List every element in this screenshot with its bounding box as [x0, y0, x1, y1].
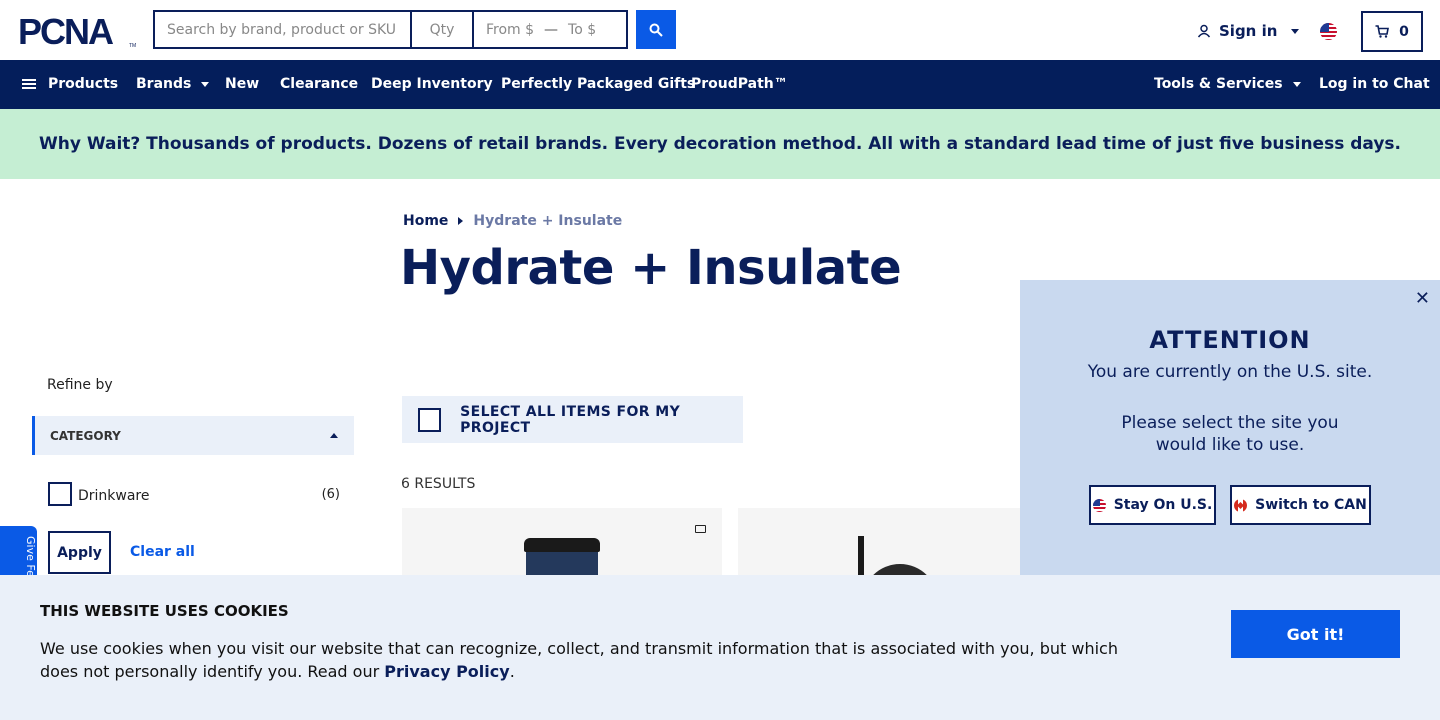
breadcrumb: Home Hydrate + Insulate — [403, 213, 622, 229]
nav-chat-login[interactable]: Log in to Chat — [1319, 76, 1430, 92]
filter-count: (6) — [321, 486, 340, 502]
switch-can-button[interactable]: Switch to CAN — [1230, 485, 1371, 525]
folder-icon[interactable] — [695, 525, 706, 533]
cart-count: 0 — [1399, 23, 1409, 40]
switch-can-label: Switch to CAN — [1255, 497, 1367, 513]
nav-proudpath[interactable]: ProudPath™ — [691, 76, 788, 92]
filter-checkbox[interactable] — [48, 482, 72, 506]
cookie-text: We use cookies when you visit our websit… — [40, 637, 1140, 683]
svg-text:PCNA: PCNA — [18, 14, 114, 48]
nav-new[interactable]: New — [225, 76, 259, 92]
nav-gifts-label: Perfectly Packaged Gifts — [501, 76, 696, 92]
nav-brands[interactable]: Brands — [136, 76, 210, 92]
filter-option-drinkware[interactable]: Drinkware (6) — [48, 482, 340, 506]
price-range: From $ — To $ — [474, 12, 626, 47]
price-to-input[interactable]: To $ — [568, 22, 596, 38]
stay-us-label: Stay On U.S. — [1113, 497, 1213, 513]
top-header: PCNA TM Search by brand, product or SKU … — [0, 0, 1440, 60]
popup-prompt: Please select the site you would like to… — [1121, 413, 1339, 455]
apply-button[interactable]: Apply — [48, 531, 111, 574]
sign-in-menu[interactable]: Sign in — [1197, 22, 1300, 40]
page-title: Hydrate + Insulate — [400, 240, 902, 296]
nav-products[interactable]: Products — [22, 76, 118, 92]
got-it-button[interactable]: Got it! — [1231, 610, 1400, 658]
refine-label: Refine by — [47, 377, 113, 393]
category-filter-header[interactable]: CATEGORY — [32, 416, 354, 455]
chevron-down-icon — [1292, 81, 1301, 87]
cart-icon — [1375, 25, 1390, 38]
chevron-down-icon — [201, 81, 210, 87]
breadcrumb-home[interactable]: Home — [403, 213, 448, 229]
us-flag-icon — [1092, 498, 1106, 512]
search-icon — [649, 23, 663, 37]
search-button[interactable] — [636, 10, 676, 49]
nav-clearance[interactable]: Clearance — [280, 76, 358, 92]
hamburger-icon — [22, 77, 36, 91]
cookie-body: We use cookies when you visit our websit… — [40, 639, 1118, 681]
chevron-right-icon — [458, 217, 464, 225]
nav-gifts[interactable]: Perfectly Packaged Gifts — [501, 76, 695, 92]
svg-text:TM: TM — [129, 43, 136, 48]
select-all-checkbox[interactable] — [418, 407, 442, 432]
promo-banner-text: Why Wait? Thousands of products. Dozens … — [38, 134, 1402, 154]
search-bar: Search by brand, product or SKU Qty From… — [153, 10, 628, 49]
nav-products-label: Products — [48, 76, 119, 92]
site-selector-popup: ✕ ATTENTION You are currently on the U.S… — [1020, 280, 1440, 580]
nav-chat-label: Log in to Chat — [1319, 76, 1430, 92]
breadcrumb-current: Hydrate + Insulate — [473, 213, 623, 229]
pcna-logo[interactable]: PCNA TM — [18, 14, 136, 48]
close-icon[interactable]: ✕ — [1415, 288, 1430, 309]
cart-button[interactable]: 0 — [1361, 11, 1423, 52]
nav-deep-inventory-label: Deep Inventory — [371, 76, 493, 92]
popup-title: ATTENTION — [1149, 326, 1311, 354]
price-from-input[interactable]: From $ — [486, 22, 534, 38]
stay-us-button[interactable]: Stay On U.S. — [1089, 485, 1216, 525]
results-count: 6 RESULTS — [401, 476, 476, 492]
search-input[interactable]: Search by brand, product or SKU — [155, 12, 412, 47]
nav-deep-inventory[interactable]: Deep Inventory — [371, 76, 493, 92]
nav-new-label: New — [225, 76, 260, 92]
popup-current-site: You are currently on the U.S. site. — [1087, 362, 1373, 382]
clear-all-link[interactable]: Clear all — [130, 544, 195, 560]
nav-tools-services[interactable]: Tools & Services — [1154, 76, 1301, 92]
canada-flag-icon — [1234, 498, 1248, 512]
chevron-up-icon — [330, 433, 338, 438]
filter-label: Drinkware — [78, 488, 150, 504]
cookie-end: . — [509, 662, 515, 681]
nav-clearance-label: Clearance — [280, 76, 359, 92]
main-nav: Products Brands New Clearance Deep Inven… — [0, 60, 1440, 109]
qty-input[interactable]: Qty — [412, 12, 474, 47]
us-flag-icon[interactable] — [1320, 23, 1337, 40]
chevron-down-icon — [1291, 28, 1300, 34]
cookie-banner: THIS WEBSITE USES COOKIES We use cookies… — [0, 575, 1440, 720]
privacy-policy-link[interactable]: Privacy Policy — [384, 662, 509, 681]
range-dash: — — [544, 21, 559, 38]
promo-banner: Why Wait? Thousands of products. Dozens … — [0, 109, 1440, 179]
nav-proudpath-label: ProudPath™ — [691, 76, 788, 92]
sign-in-label: Sign in — [1219, 22, 1278, 40]
nav-tools-label: Tools & Services — [1154, 76, 1283, 92]
nav-brands-label: Brands — [136, 76, 192, 92]
select-all-label: SELECT ALL ITEMS FOR MY PROJECT — [460, 403, 681, 436]
user-icon — [1197, 24, 1211, 38]
select-all-bar[interactable]: SELECT ALL ITEMS FOR MY PROJECT — [402, 396, 743, 443]
cookie-title: THIS WEBSITE USES COOKIES — [40, 602, 289, 620]
category-label: CATEGORY — [50, 428, 121, 443]
